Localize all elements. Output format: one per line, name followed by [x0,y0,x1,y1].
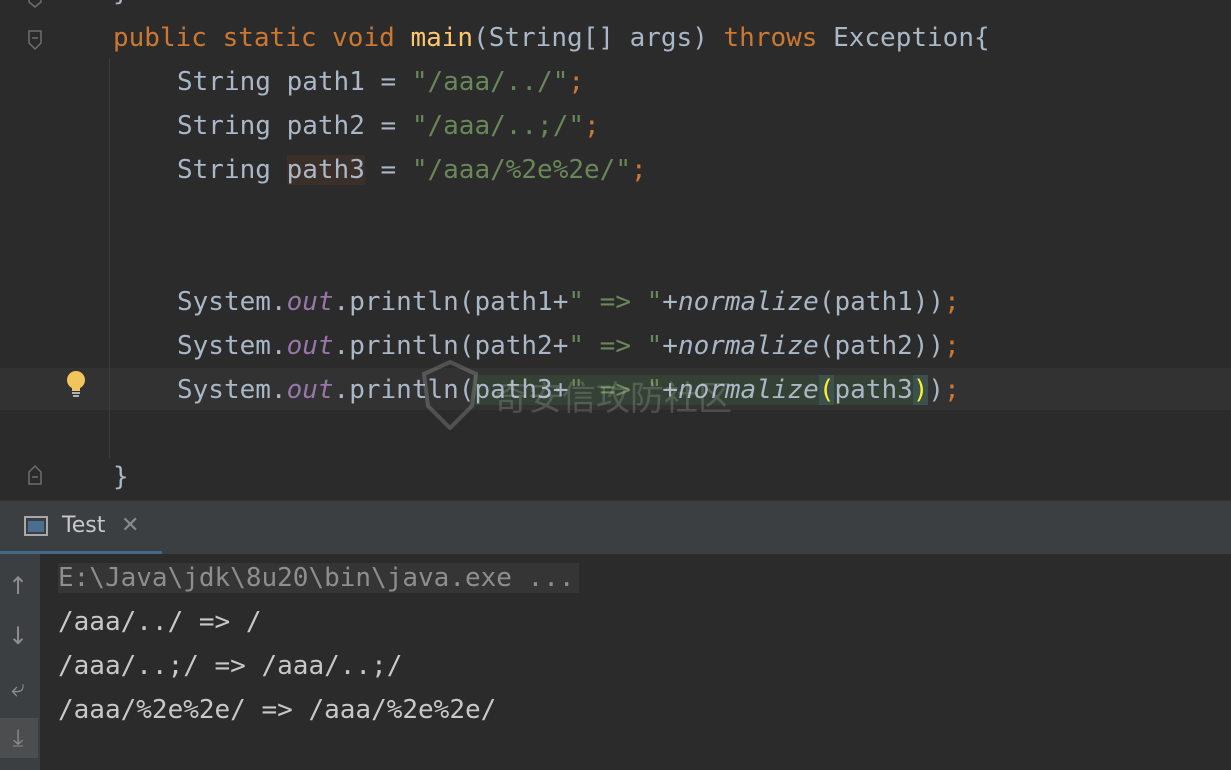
identifier-highlight: path3 [286,155,365,185]
down-arrow-icon[interactable]: ↓ [0,616,38,656]
indent-guide [109,58,110,458]
console-output-line: /aaa/../ => / [58,607,262,637]
run-console-icon [24,515,50,539]
console-output-line: /aaa/..;/ => /aaa/..;/ [58,651,403,681]
editor-gutter [0,0,100,500]
code-line-println-path3: System.out.println(path3+" => "+normaliz… [177,375,960,405]
code-editor[interactable]: } public static void main(String[] args)… [0,0,1231,500]
console-output-line: /aaa/%2e%2e/ => /aaa/%2e%2e/ [58,695,497,725]
soft-wrap-icon[interactable]: ⤶ [0,668,38,708]
code-line-println-path2: System.out.println(path2+" => "+normaliz… [177,331,960,361]
scroll-to-end-icon[interactable]: ⤓ [0,718,38,758]
tool-window-header: Test ✕ [0,500,1231,555]
console-toolbar: ↑ ↓ ⤶ ⤓ [0,554,40,770]
fold-marker-icon[interactable] [27,0,43,12]
code-line-path1-declaration: String path1 = "/aaa/../"; [177,67,585,97]
code-line-path3-declaration: String path3 = "/aaa/%2e%2e/"; [177,155,647,185]
tab-test[interactable]: Test ✕ [0,501,162,555]
code-line-closing-brace: } [113,462,129,492]
code-line-println-path1: System.out.println(path1+" => "+normaliz… [177,287,960,317]
close-icon[interactable]: ✕ [121,513,139,538]
brace-match-open: ( [818,375,835,405]
console-output[interactable]: ↑ ↓ ⤶ ⤓ E:\Java\jdk\8u20\bin\java.exe ..… [0,554,1231,770]
code-line-main-declaration: public static void main(String[] args) t… [113,23,990,53]
code-line-fragment: } [113,0,129,14]
fold-close-icon[interactable] [27,464,43,485]
console-command-line[interactable]: E:\Java\jdk\8u20\bin\java.exe ... [58,556,579,600]
code-line-path2-declaration: String path2 = "/aaa/..;/"; [177,111,600,141]
tab-label: Test [62,513,106,538]
fold-open-icon[interactable] [27,30,43,51]
lightbulb-icon[interactable] [63,369,89,399]
up-arrow-icon[interactable]: ↑ [0,566,38,606]
brace-match-close: ) [912,375,929,405]
